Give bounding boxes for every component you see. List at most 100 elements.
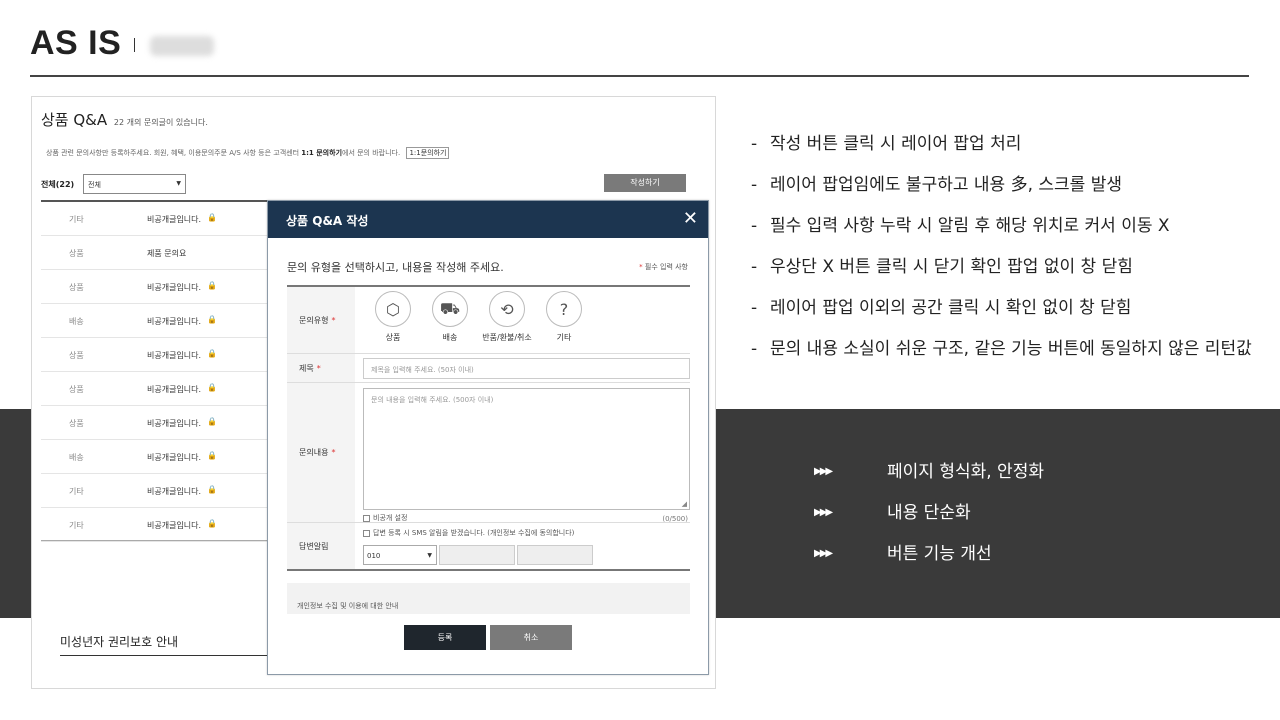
dash-marker: -	[751, 175, 758, 195]
issue-item: - 우상단 X 버튼 클릭 시 닫기 확인 팝업 없이 창 닫힘	[751, 253, 1252, 294]
row-category: 상품	[69, 419, 84, 428]
issue-text: 필수 입력 사항 누락 시 알림 후 해당 위치로 커서 이동 X	[770, 216, 1170, 236]
modal-title: 상품 Q&A 작성	[286, 214, 369, 228]
dash-marker: -	[751, 216, 758, 236]
notice-tail: 에서 문의 바랍니다.	[342, 149, 401, 157]
private-checkbox[interactable]: 비공개 설정	[363, 513, 407, 523]
phone-middle-input[interactable]	[439, 545, 515, 565]
list-item[interactable]: 상품 비공개글입니다. 🔒	[41, 270, 291, 304]
improvement-item: ▶▶▶ 버튼 기능 개선	[814, 540, 1044, 581]
row-subject[interactable]: 비공개글입니다.	[147, 418, 201, 429]
improvement-text: 내용 단순화	[887, 503, 971, 523]
minor-rule	[60, 655, 290, 656]
row-category: 상품	[69, 249, 84, 258]
type-option[interactable]: ? 기타	[534, 291, 594, 343]
list-item[interactable]: 상품 비공개글입니다. 🔒	[41, 406, 291, 440]
improvement-text: 페이지 형식화, 안정화	[887, 462, 1044, 482]
row-subject[interactable]: 비공개글입니다.	[147, 452, 201, 463]
row-category: 배송	[69, 453, 84, 462]
triple-arrow-icon: ▶▶▶	[814, 466, 833, 477]
row-category: 상품	[69, 351, 84, 360]
filter-value: 전체	[88, 181, 101, 189]
required-note-text: 필수 입력 사항	[644, 263, 688, 271]
row-subject[interactable]: 비공개글입니다.	[147, 384, 201, 395]
qa-notice: 상품 관련 문의사항만 등록하주세요. 회원, 혜택, 이용문의주문 A/S 사…	[46, 147, 450, 159]
improvement-item: ▶▶▶ 내용 단순화	[814, 499, 1044, 540]
qa-count: 22 개의 문의글이 있습니다.	[113, 118, 208, 127]
list-item[interactable]: 상품 비공개글입니다. 🔒	[41, 372, 291, 406]
notice-text: 상품 관련 문의사항만 등록하주세요. 회원, 혜택, 이용문의주문 A/S 사…	[46, 149, 302, 157]
issue-item: - 필수 입력 사항 누락 시 알림 후 해당 위치로 커서 이동 X	[751, 212, 1252, 253]
refund-icon: ⟲	[489, 291, 525, 327]
row-subject[interactable]: 비공개글입니다.	[147, 520, 201, 531]
row-subject[interactable]: 제품 문의요	[147, 248, 186, 259]
dash-marker: -	[751, 298, 758, 318]
type-row: 문의유형 * ⬡ 상품 ⛟ 배송 ⟲ 반품/환불/취소? 기타	[287, 287, 690, 354]
qa-list: 기타 비공개글입니다. 🔒 상품 제품 문의요 상품 비공개글입니다. 🔒 배송 비공개글입니다.…	[41, 200, 291, 542]
blurred-label	[150, 36, 214, 56]
subject-input[interactable]: 제목을 입력해 주세요. (50자 이내)	[363, 358, 690, 379]
checkbox-icon	[363, 529, 370, 537]
list-item[interactable]: 기타 비공개글입니다. 🔒	[41, 474, 291, 508]
dash-marker: -	[751, 257, 758, 277]
checkbox-icon	[363, 514, 370, 522]
lock-icon: 🔒	[207, 349, 217, 358]
row-subject[interactable]: 비공개글입니다.	[147, 316, 201, 327]
write-button[interactable]: 작성하기	[604, 174, 686, 192]
type-option-label: 기타	[556, 333, 572, 342]
box-icon: ⬡	[375, 291, 411, 327]
inquiry-button[interactable]: 1:1문의하기	[406, 147, 450, 159]
qa-write-modal: 상품 Q&A 작성 ✕ 문의 유형을 선택하시고, 내용을 작성해 주세요. *…	[267, 200, 709, 675]
list-item[interactable]: 상품 비공개글입니다. 🔒	[41, 338, 291, 372]
chevron-down-icon: ▼	[176, 180, 181, 187]
resize-handle-icon[interactable]: ◢	[682, 500, 687, 508]
row-subject[interactable]: 비공개글입니다.	[147, 214, 201, 225]
minor-protection-link[interactable]: 미성년자 권리보호 안내	[60, 633, 178, 650]
header-rule	[30, 75, 1249, 77]
list-item[interactable]: 상품 제품 문의요	[41, 236, 291, 270]
content-placeholder: 문의 내용을 입력해 주세요. (500자 이내)	[371, 396, 494, 404]
row-subject[interactable]: 비공개글입니다.	[147, 282, 201, 293]
issue-item: - 문의 내용 소실이 쉬운 구조, 같은 기능 버튼에 동일하지 않은 리턴값	[751, 335, 1252, 376]
submit-button[interactable]: 등록	[404, 625, 486, 650]
type-option-label: 배송	[442, 333, 458, 342]
row-subject[interactable]: 비공개글입니다.	[147, 486, 201, 497]
type-option[interactable]: ⬡ 상품	[363, 291, 423, 343]
content-textarea[interactable]: 문의 내용을 입력해 주세요. (500자 이내) ◢	[363, 388, 690, 510]
phone-prefix-select[interactable]: 010 ▼	[363, 545, 437, 565]
issue-text: 문의 내용 소실이 쉬운 구조, 같은 기능 버튼에 동일하지 않은 리턴값	[770, 339, 1252, 359]
improvement-text: 버튼 기능 개선	[887, 544, 992, 564]
issue-text: 작성 버튼 클릭 시 레이어 팝업 처리	[770, 134, 1022, 154]
list-item[interactable]: 배송 비공개글입니다. 🔒	[41, 440, 291, 474]
improvement-item: ▶▶▶ 페이지 형식화, 안정화	[814, 458, 1044, 499]
type-option[interactable]: ⟲ 반품/환불/취소	[477, 291, 537, 343]
row-subject[interactable]: 비공개글입니다.	[147, 350, 201, 361]
issue-item: - 레이어 팝업 이외의 공간 클릭 시 확인 없이 창 닫힘	[751, 294, 1252, 335]
modal-header: 상품 Q&A 작성 ✕	[268, 201, 708, 238]
subject-label: 제목 *	[287, 354, 355, 382]
notify-label: 답변알림	[287, 523, 355, 569]
issue-text: 레이어 팝업 이외의 공간 클릭 시 확인 없이 창 닫힘	[770, 298, 1132, 318]
list-item[interactable]: 기타 비공개글입니다. 🔒	[41, 202, 291, 236]
list-item[interactable]: 배송 비공개글입니다. 🔒	[41, 304, 291, 338]
notice-bold: 1:1 문의하기	[301, 149, 343, 157]
triple-arrow-icon: ▶▶▶	[814, 548, 833, 559]
list-item[interactable]: 기타 비공개글입니다. 🔒	[41, 508, 291, 542]
type-option[interactable]: ⛟ 배송	[420, 291, 480, 343]
lock-icon: 🔒	[207, 451, 217, 460]
row-category: 기타	[69, 487, 84, 496]
row-category: 기타	[69, 215, 84, 224]
notify-row: 답변알림 답변 등록 시 SMS 알림을 받겠습니다. (개인정보 수집에 동의…	[287, 523, 690, 571]
phone-last-input[interactable]	[517, 545, 593, 565]
required-note: * 필수 입력 사항	[639, 263, 688, 271]
lock-icon: 🔒	[207, 417, 217, 426]
close-icon[interactable]: ✕	[683, 208, 698, 229]
issue-text: 레이어 팝업임에도 불구하고 내용 多, 스크롤 발생	[770, 175, 1122, 195]
sms-checkbox[interactable]: 답변 등록 시 SMS 알림을 받겠습니다. (개인정보 수집에 동의합니다)	[363, 528, 574, 538]
filter-select[interactable]: 전체 ▼	[83, 174, 186, 194]
lock-icon: 🔒	[207, 213, 217, 222]
question-icon: ?	[546, 291, 582, 327]
title-divider	[134, 38, 135, 52]
row-category: 기타	[69, 521, 84, 530]
cancel-button[interactable]: 취소	[490, 625, 572, 650]
